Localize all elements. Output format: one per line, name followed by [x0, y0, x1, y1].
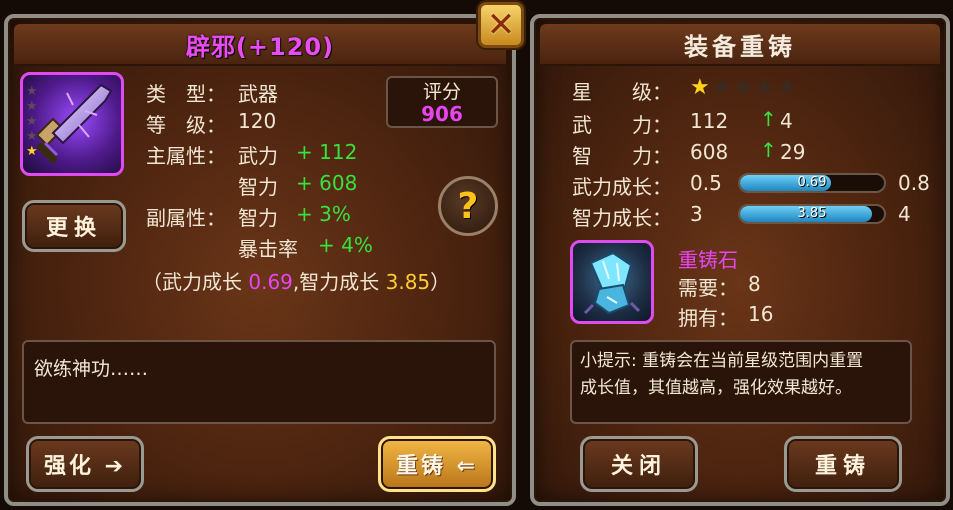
- sword-item-icon[interactable]: ★ ★ ★ ★ ★: [20, 72, 124, 176]
- strengthen-button[interactable]: 强化 ➔: [26, 436, 144, 492]
- secondary-attr-value: + 3%: [296, 202, 351, 226]
- close-icon: ✕: [486, 5, 516, 45]
- growth-suffix: ）: [430, 270, 451, 294]
- level-value: 120: [238, 109, 277, 133]
- star-icon: ★: [26, 129, 38, 144]
- secondary-attr-name: 暴击率: [238, 237, 298, 261]
- recast-stone-icon[interactable]: [570, 240, 654, 324]
- need-value: 8: [748, 272, 761, 296]
- tip-line: 成长值，其值越高，强化效果越好。: [580, 378, 852, 398]
- wu-growth-label: 武力成长：: [572, 175, 672, 199]
- need-label: 需要：: [678, 276, 738, 300]
- recast-tab-button[interactable]: 重铸 ⇐: [378, 436, 496, 492]
- wu-label: 武 力：: [572, 113, 672, 137]
- zhi-change: 29: [780, 140, 806, 164]
- recast-header: 装备重铸: [540, 24, 940, 66]
- recast-title: 装备重铸: [684, 32, 796, 61]
- primary-attr-name: 智力: [238, 175, 278, 199]
- zhi-growth-value: 3.85: [385, 270, 431, 294]
- secondary-attr-label: 副属性：: [146, 206, 226, 230]
- secondary-attr-name: 智力: [238, 206, 278, 230]
- growth-summary: （武力成长 0.69,智力成长 3.85）: [142, 266, 450, 295]
- wu-value: 112: [690, 109, 729, 133]
- own-label: 拥有：: [678, 306, 738, 330]
- secondary-attr-value: + 4%: [318, 233, 373, 257]
- tip-line: 小提示: 重铸会在当前星级范围内重置: [580, 351, 864, 371]
- zhi-growth-max: 4: [898, 202, 911, 226]
- zhi-value: 608: [690, 140, 729, 164]
- up-arrow-icon: ↑: [760, 107, 777, 131]
- star-icon: ★: [26, 99, 38, 114]
- item-description: 欲练神功……: [22, 340, 496, 424]
- score-box: 评分 906: [386, 76, 498, 128]
- zhi-label: 智 力：: [572, 144, 672, 168]
- star-rating: ★ ★ ★ ★ ★: [690, 76, 797, 100]
- primary-attr-name: 武力: [238, 144, 278, 168]
- equipment-name: 辟邪(+120): [185, 32, 335, 61]
- primary-attr-value: + 112: [296, 140, 358, 164]
- equipment-header: 辟邪(+120): [14, 24, 506, 66]
- wu-growth-max: 0.8: [898, 171, 930, 195]
- close-x-button[interactable]: ✕: [478, 2, 524, 48]
- question-icon: ?: [457, 185, 479, 227]
- star-level-label: 星 级：: [572, 80, 672, 104]
- star-icon: ★: [26, 114, 38, 129]
- wu-growth-value: 0.69: [248, 270, 293, 294]
- close-button[interactable]: 关闭: [580, 436, 698, 492]
- replace-button[interactable]: 更换: [22, 200, 126, 252]
- tip-box: 小提示: 重铸会在当前星级范围内重置 成长值，其值越高，强化效果越好。: [570, 340, 912, 424]
- type-label: 类 型：: [146, 82, 226, 106]
- primary-attr-value: + 608: [296, 171, 358, 195]
- up-arrow-icon: ↑: [760, 138, 777, 162]
- material-name: 重铸石: [678, 248, 738, 272]
- recast-button[interactable]: 重铸: [784, 436, 902, 492]
- star-icon: ★: [755, 75, 775, 100]
- zhi-growth-bar: 3.85: [738, 204, 886, 224]
- growth-prefix: （武力成长: [142, 270, 249, 294]
- star-icon: ★: [26, 84, 38, 99]
- type-value: 武器: [238, 82, 278, 106]
- own-value: 16: [748, 302, 774, 326]
- score-value: 906: [421, 102, 463, 126]
- wu-growth-bar: 0.69: [738, 173, 886, 193]
- star-icon: ★: [733, 75, 754, 100]
- item-star-column: ★ ★ ★ ★ ★: [26, 85, 38, 159]
- sword-icon: [35, 83, 113, 163]
- star-icon: ★: [26, 144, 38, 159]
- help-button[interactable]: ?: [438, 176, 498, 236]
- zhi-growth-label: 智力成长：: [572, 206, 672, 230]
- level-label: 等 级：: [146, 113, 226, 137]
- crystal-icon: [583, 251, 641, 315]
- growth-mid: ,智力成长: [292, 270, 386, 294]
- score-label: 评分: [422, 81, 461, 103]
- zhi-growth-current: 3.85: [797, 206, 827, 221]
- primary-attr-label: 主属性：: [146, 144, 226, 168]
- wu-change: 4: [780, 109, 793, 133]
- zhi-growth-min: 3: [690, 202, 703, 226]
- star-icon: ★: [690, 75, 710, 100]
- wu-growth-current: 0.69: [797, 175, 827, 190]
- wu-growth-min: 0.5: [690, 171, 722, 195]
- star-icon: ★: [776, 75, 797, 100]
- star-icon: ★: [711, 75, 732, 100]
